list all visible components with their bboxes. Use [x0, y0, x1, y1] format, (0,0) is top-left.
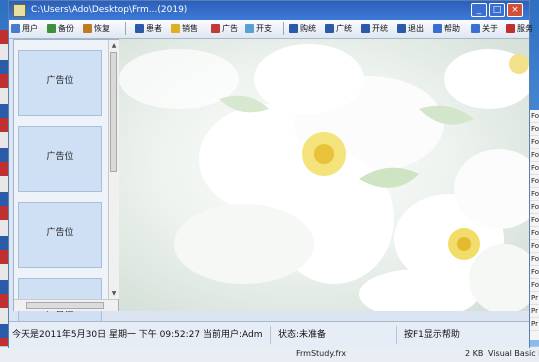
- toolbar-button-label: 开统: [372, 24, 388, 33]
- file-list-item[interactable]: Fo: [530, 201, 539, 214]
- toolbar-button-10[interactable]: 退出: [397, 21, 424, 36]
- app-icon: [13, 4, 26, 17]
- file-list-item[interactable]: Fo: [530, 136, 539, 149]
- scroll-down-icon[interactable]: ▼: [110, 289, 118, 298]
- file-list-item[interactable]: Fo: [530, 240, 539, 253]
- ad-slot[interactable]: 广告位: [18, 50, 102, 116]
- close-button[interactable]: ×: [507, 3, 523, 17]
- file-list-item[interactable]: Fo: [530, 214, 539, 227]
- file-list-item[interactable]: Fo: [530, 123, 539, 136]
- toolbar-button-2[interactable]: 恢复: [83, 21, 110, 36]
- file-name-label[interactable]: FrmStudy.frx: [296, 349, 346, 358]
- flower-illustration: [119, 44, 529, 311]
- sidebar-vertical-scrollbar[interactable]: ▲ ▼: [108, 40, 119, 299]
- title-bar[interactable]: C:\Users\Ado\Desktop\Frm...(2019) _ □ ×: [9, 1, 529, 20]
- file-list-item[interactable]: Fo: [530, 266, 539, 279]
- toolbar-button-11[interactable]: 帮助: [433, 21, 460, 36]
- hscrollbar-thumb[interactable]: [26, 302, 104, 309]
- help-hint: 按F1显示帮助: [404, 330, 460, 340]
- status-bar: 今天是2011年5月30日 星期一 下午 09:52:27 当前用户:Adm 状…: [9, 321, 529, 348]
- toolbar-button-label: 帮助: [444, 24, 460, 33]
- about-icon: [471, 24, 480, 33]
- file-size-label: 2 KB: [465, 349, 484, 358]
- restore-icon: [83, 24, 92, 33]
- file-list-item[interactable]: Pr: [530, 292, 539, 305]
- backup-icon: [47, 24, 56, 33]
- file-list-item[interactable]: Fo: [530, 175, 539, 188]
- user-icon: [11, 24, 20, 33]
- patient-icon: [135, 24, 144, 33]
- toolbar: 用户 备份 恢复 患者 销售 广告 开支 购统 广统 开统 退出 帮助 关于 服务: [9, 20, 533, 39]
- sidebar-horizontal-scrollbar[interactable]: [14, 299, 118, 311]
- toolbar-button-label: 关于: [482, 24, 498, 33]
- toolbar-button-9[interactable]: 开统: [361, 21, 388, 36]
- datetime-user-status: 今天是2011年5月30日 星期一 下午 09:52:27 当前用户:Adm: [9, 326, 271, 344]
- file-list-item[interactable]: Fo: [530, 110, 539, 123]
- file-list-panel: Fo Fo Fo Fo Fo Fo Fo Fo Fo Fo Fo Fo Fo Fo Pr Pr Pr: [530, 110, 539, 340]
- help-icon: [433, 24, 442, 33]
- toolbar-button-13[interactable]: 服务: [506, 21, 533, 36]
- expense-icon: [245, 24, 254, 33]
- sales-icon: [171, 24, 180, 33]
- exit-icon: [397, 24, 406, 33]
- toolbar-button-4[interactable]: 销售: [171, 21, 198, 36]
- toolbar-button-7[interactable]: 购统: [289, 21, 316, 36]
- ad-stats-icon: [325, 24, 334, 33]
- maximize-button[interactable]: □: [489, 3, 505, 17]
- file-list-item[interactable]: Fo: [530, 227, 539, 240]
- connection-status: 状态:未准备: [275, 326, 397, 344]
- toolbar-button-8[interactable]: 广统: [325, 21, 352, 36]
- file-list-item[interactable]: Pr: [530, 318, 539, 331]
- purchase-stats-icon: [289, 24, 298, 33]
- toolbar-button-3[interactable]: 患者: [135, 21, 162, 36]
- toolbar-button-label: 用户: [22, 24, 38, 33]
- toolbar-button-label: 服务: [517, 24, 533, 33]
- flower-background-image: [119, 39, 529, 311]
- file-list-item[interactable]: Pr: [530, 305, 539, 318]
- scroll-up-icon[interactable]: ▲: [110, 41, 118, 50]
- expense-stats-icon: [361, 24, 370, 33]
- file-list-item[interactable]: Fo: [530, 279, 539, 292]
- toolbar-separator: [125, 22, 126, 35]
- ad-slot[interactable]: 广告位: [18, 126, 102, 192]
- toolbar-button-label: 退出: [408, 24, 424, 33]
- toolbar-button-label: 广告: [222, 24, 238, 33]
- toolbar-button-1[interactable]: 备份: [47, 21, 74, 36]
- toolbar-button-label: 购统: [300, 24, 316, 33]
- main-window: C:\Users\Ado\Desktop\Frm...(2019) _ □ × …: [8, 0, 533, 348]
- toolbar-button-label: 开支: [256, 24, 272, 33]
- file-type-label: Visual Basic For: [488, 349, 539, 358]
- file-list-item[interactable]: Fo: [530, 149, 539, 162]
- ad-sidebar: 广告位广告位广告位广告位 ▲ ▼: [13, 39, 119, 344]
- toolbar-button-0[interactable]: 用户: [11, 21, 38, 36]
- toolbar-button-label: 备份: [58, 24, 74, 33]
- toolbar-button-12[interactable]: 关于: [471, 21, 498, 36]
- file-list-item[interactable]: Fo: [530, 162, 539, 175]
- toolbar-button-label: 销售: [182, 24, 198, 33]
- window-title: C:\Users\Ado\Desktop\Frm...(2019): [31, 5, 188, 15]
- file-list-item[interactable]: Fo: [530, 188, 539, 201]
- toolbar-button-label: 患者: [146, 24, 162, 33]
- toolbar-button-label: 恢复: [94, 24, 110, 33]
- toolbar-button-5[interactable]: 广告: [211, 21, 238, 36]
- scrollbar-thumb[interactable]: [110, 52, 117, 172]
- service-icon: [506, 24, 515, 33]
- file-list-item[interactable]: Fo: [530, 253, 539, 266]
- minimize-button[interactable]: _: [471, 3, 487, 17]
- toolbar-button-6[interactable]: 开支: [245, 21, 272, 36]
- ad-slot[interactable]: 广告位: [18, 202, 102, 268]
- toolbar-separator: [283, 22, 284, 35]
- toolbar-button-label: 广统: [336, 24, 352, 33]
- ad-icon: [211, 24, 220, 33]
